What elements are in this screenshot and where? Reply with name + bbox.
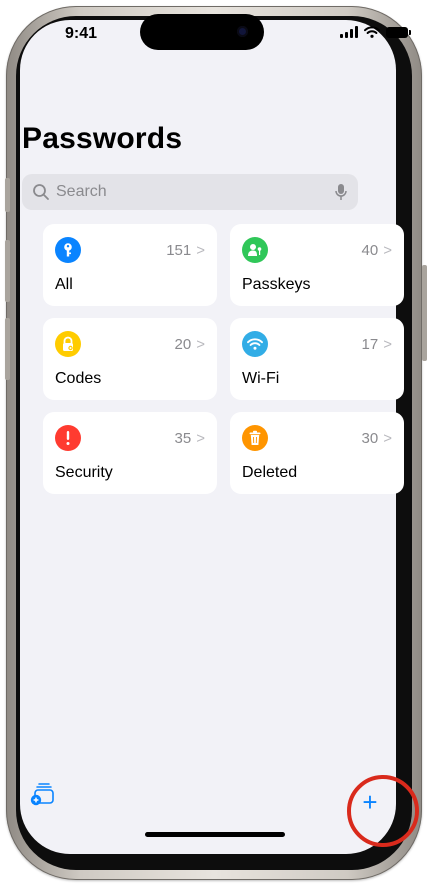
wifi-icon bbox=[242, 331, 268, 357]
chevron-right-icon: > bbox=[383, 336, 392, 353]
category-label: Codes bbox=[55, 370, 102, 387]
wifi-status-icon bbox=[364, 26, 380, 38]
category-label: Passkeys bbox=[242, 276, 311, 293]
highlight-circle-annotation bbox=[347, 775, 419, 847]
category-count: 40 > bbox=[361, 242, 392, 259]
category-card-codes[interactable]: 20 > Codes bbox=[43, 318, 217, 400]
category-label: Security bbox=[55, 464, 113, 481]
category-label: Wi-Fi bbox=[242, 370, 280, 387]
volume-up-button bbox=[5, 240, 10, 302]
trash-icon bbox=[242, 425, 268, 451]
category-count: 20 > bbox=[174, 336, 205, 353]
search-input[interactable]: Search bbox=[56, 183, 334, 201]
microphone-icon[interactable] bbox=[334, 183, 348, 201]
page-title: Passwords bbox=[22, 122, 183, 155]
chevron-right-icon: > bbox=[196, 430, 205, 447]
key-icon bbox=[55, 237, 81, 263]
category-count: 30 > bbox=[361, 430, 392, 447]
cellular-signal-icon bbox=[340, 26, 358, 38]
category-card-security[interactable]: 35 > Security bbox=[43, 412, 217, 494]
power-button bbox=[422, 265, 427, 361]
category-card-all[interactable]: 151 > All bbox=[43, 224, 217, 306]
search-icon bbox=[33, 184, 49, 200]
status-time: 9:41 bbox=[64, 25, 98, 42]
chevron-right-icon: > bbox=[383, 242, 392, 259]
chevron-right-icon: > bbox=[196, 336, 205, 353]
category-card-passkeys[interactable]: 40 > Passkeys bbox=[230, 224, 404, 306]
action-button bbox=[5, 178, 10, 212]
battery-icon bbox=[386, 26, 411, 38]
category-label: All bbox=[55, 276, 73, 293]
dynamic-island bbox=[140, 14, 264, 50]
volume-down-button bbox=[5, 318, 10, 380]
category-count: 151 > bbox=[166, 242, 205, 259]
category-label: Deleted bbox=[242, 464, 298, 481]
camera-icon bbox=[237, 26, 248, 37]
home-indicator bbox=[145, 832, 285, 837]
search-field[interactable]: Search bbox=[22, 174, 358, 210]
lock-code-icon bbox=[55, 331, 81, 357]
exclamation-icon bbox=[55, 425, 81, 451]
category-card-wifi[interactable]: 17 > Wi-Fi bbox=[230, 318, 404, 400]
person-key-icon bbox=[242, 237, 268, 263]
chevron-right-icon: > bbox=[196, 242, 205, 259]
chevron-right-icon: > bbox=[383, 430, 392, 447]
new-group-icon[interactable] bbox=[30, 782, 56, 806]
category-count: 35 > bbox=[174, 430, 205, 447]
category-count: 17 > bbox=[361, 336, 392, 353]
category-card-deleted[interactable]: 30 > Deleted bbox=[230, 412, 404, 494]
status-icons bbox=[340, 26, 411, 38]
